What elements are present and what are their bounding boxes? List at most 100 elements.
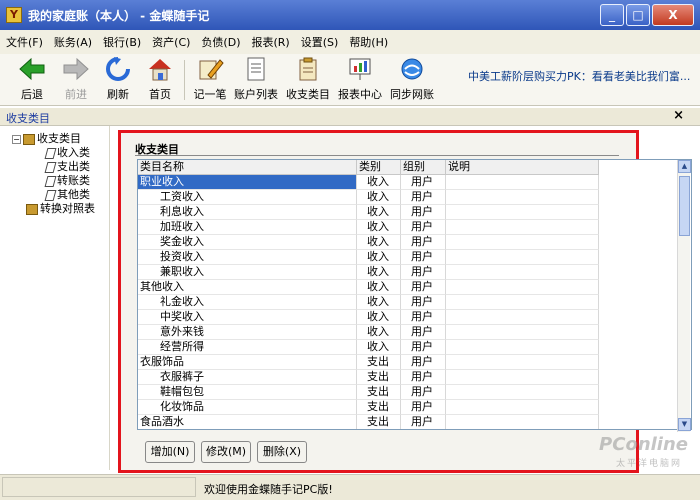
minimize-button[interactable]: _ bbox=[600, 4, 624, 26]
cell-type: 支出 bbox=[357, 355, 401, 370]
cell-type: 收入 bbox=[357, 310, 401, 325]
table-row[interactable]: 其他收入 收入 用户 bbox=[138, 280, 599, 295]
back-label: 后退 bbox=[21, 88, 43, 101]
menu-file[interactable]: 文件(F) bbox=[6, 34, 43, 50]
maximize-button[interactable]: □ bbox=[626, 4, 650, 26]
cell-group: 用户 bbox=[401, 400, 446, 415]
edit-button[interactable]: 修改(M) bbox=[201, 441, 251, 463]
table-row[interactable]: 衣服饰品 支出 用户 bbox=[138, 355, 599, 370]
refresh-icon bbox=[94, 56, 142, 86]
cell-note bbox=[446, 355, 599, 370]
table-row[interactable]: 经营所得 收入 用户 bbox=[138, 340, 599, 355]
cell-name: 衣服饰品 bbox=[138, 355, 357, 370]
table-row[interactable]: 礼金收入 收入 用户 bbox=[138, 295, 599, 310]
scroll-down-icon[interactable]: ▼ bbox=[678, 418, 691, 431]
status-pane bbox=[2, 477, 196, 497]
table-row[interactable]: 工资收入 收入 用户 bbox=[138, 190, 599, 205]
menu-reports[interactable]: 报表(R) bbox=[252, 34, 290, 50]
cell-group: 用户 bbox=[401, 220, 446, 235]
record-button[interactable]: 记一笔 bbox=[186, 56, 234, 104]
menu-liabilities[interactable]: 负债(D) bbox=[201, 34, 240, 50]
table-row[interactable]: 意外来钱 收入 用户 bbox=[138, 325, 599, 340]
column-header-name[interactable]: 类目名称 bbox=[138, 160, 357, 175]
cell-name: 职业收入 bbox=[138, 175, 357, 190]
home-button[interactable]: 首页 bbox=[136, 56, 184, 104]
table-row[interactable]: 加班收入 收入 用户 bbox=[138, 220, 599, 235]
status-message: 欢迎使用金蝶随手记PC版! bbox=[204, 483, 333, 496]
cell-name: 兼职收入 bbox=[138, 265, 357, 280]
back-button[interactable]: 后退 bbox=[8, 56, 56, 104]
scroll-up-icon[interactable]: ▲ bbox=[678, 160, 691, 173]
category-grid: 类目名称 类别 组别 说明 职业收入 收入 用户 工资收入 收入 用户 利息收入… bbox=[137, 159, 692, 430]
cell-group: 用户 bbox=[401, 190, 446, 205]
cell-name: 经营所得 bbox=[138, 340, 357, 355]
grid-scrollbar[interactable]: ▲ ▼ bbox=[677, 160, 691, 432]
sync-button[interactable]: 同步网账 bbox=[388, 56, 436, 104]
panel-divider bbox=[135, 155, 619, 156]
menu-assets[interactable]: 资产(C) bbox=[152, 34, 190, 50]
table-row[interactable]: 兼职收入 收入 用户 bbox=[138, 265, 599, 280]
forward-label: 前进 bbox=[65, 88, 87, 101]
cell-type: 收入 bbox=[357, 280, 401, 295]
cell-group: 用户 bbox=[401, 250, 446, 265]
cell-name: 礼金收入 bbox=[138, 295, 357, 310]
category-panel: 收支类目 类目名称 类别 组别 说明 职业收入 收入 用户 工资收入 收入 用户… bbox=[118, 130, 692, 473]
cell-note bbox=[446, 370, 599, 385]
cell-name: 意外来钱 bbox=[138, 325, 357, 340]
cell-group: 用户 bbox=[401, 205, 446, 220]
reports-button[interactable]: 报表中心 bbox=[336, 56, 384, 104]
categories-label: 收支类目 bbox=[286, 88, 330, 101]
column-header-type[interactable]: 类别 bbox=[357, 160, 401, 175]
cell-note bbox=[446, 310, 599, 325]
column-header-note[interactable]: 说明 bbox=[446, 160, 599, 175]
chart-board-icon bbox=[336, 56, 384, 86]
tree-node-mapping[interactable]: 转换对照表 bbox=[26, 200, 95, 216]
table-row[interactable]: 化妆饰品 支出 用户 bbox=[138, 400, 599, 415]
cell-note bbox=[446, 340, 599, 355]
news-marquee-link[interactable]: 中美工薪阶层购买力PK：看看老美比我们富... bbox=[468, 68, 696, 84]
scroll-thumb[interactable] bbox=[679, 176, 690, 236]
cell-type: 支出 bbox=[357, 370, 401, 385]
table-row[interactable]: 衣服裤子 支出 用户 bbox=[138, 370, 599, 385]
table-row[interactable]: 中奖收入 收入 用户 bbox=[138, 310, 599, 325]
cell-note bbox=[446, 220, 599, 235]
reports-label: 报表中心 bbox=[338, 88, 382, 101]
table-row[interactable]: 利息收入 收入 用户 bbox=[138, 205, 599, 220]
categories-button[interactable]: 收支类目 bbox=[284, 56, 332, 104]
menu-settings[interactable]: 设置(S) bbox=[301, 34, 339, 50]
cell-group: 用户 bbox=[401, 370, 446, 385]
refresh-button[interactable]: 刷新 bbox=[94, 56, 142, 104]
cell-type: 支出 bbox=[357, 415, 401, 429]
cell-type: 支出 bbox=[357, 385, 401, 400]
table-row[interactable]: 职业收入 收入 用户 bbox=[138, 175, 599, 190]
table-row[interactable]: 奖金收入 收入 用户 bbox=[138, 235, 599, 250]
tree-node-label: 转换对照表 bbox=[40, 202, 95, 215]
watermark-logo: PConline bbox=[599, 434, 688, 455]
menu-accounting[interactable]: 账务(A) bbox=[54, 34, 92, 50]
close-button[interactable]: X bbox=[652, 4, 694, 26]
status-bar: 欢迎使用金蝶随手记PC版! bbox=[0, 474, 700, 500]
cell-group: 用户 bbox=[401, 415, 446, 429]
table-row[interactable]: 鞋帽包包 支出 用户 bbox=[138, 385, 599, 400]
collapse-icon[interactable]: − bbox=[12, 134, 21, 144]
cell-note bbox=[446, 295, 599, 310]
cell-name: 中奖收入 bbox=[138, 310, 357, 325]
accounts-button[interactable]: 账户列表 bbox=[232, 56, 280, 104]
add-button[interactable]: 增加(N) bbox=[145, 441, 195, 463]
column-header-group[interactable]: 组别 bbox=[401, 160, 446, 175]
document-icon bbox=[44, 147, 57, 159]
cell-name: 食品酒水 bbox=[138, 415, 357, 429]
close-panel-icon[interactable]: × bbox=[673, 108, 684, 123]
cell-type: 收入 bbox=[357, 190, 401, 205]
table-row[interactable]: 食品酒水 支出 用户 bbox=[138, 415, 599, 429]
table-row[interactable]: 投资收入 收入 用户 bbox=[138, 250, 599, 265]
cell-type: 收入 bbox=[357, 220, 401, 235]
forward-button[interactable]: 前进 bbox=[52, 56, 100, 104]
watermark-subtitle: 太平洋电脑网 bbox=[615, 459, 682, 469]
cell-note bbox=[446, 325, 599, 340]
cell-note bbox=[446, 235, 599, 250]
app-icon: Y bbox=[6, 7, 22, 23]
menu-bank[interactable]: 银行(B) bbox=[103, 34, 141, 50]
delete-button[interactable]: 删除(X) bbox=[257, 441, 307, 463]
menu-help[interactable]: 帮助(H) bbox=[349, 34, 388, 50]
